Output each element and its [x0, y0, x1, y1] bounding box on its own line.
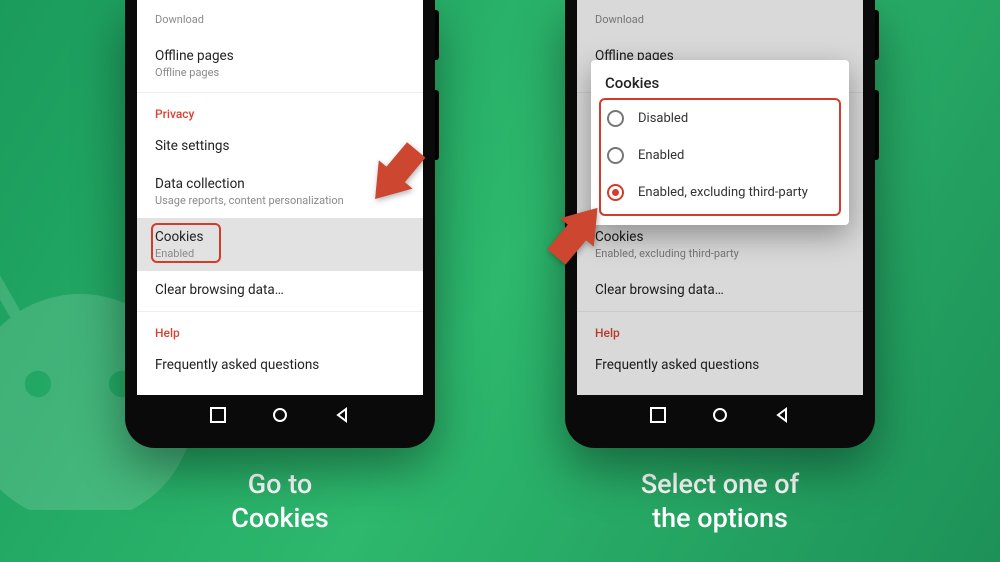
row-report[interactable]: Report a problem [155, 384, 405, 395]
header-help: Help [155, 312, 405, 346]
radio-icon [607, 147, 624, 164]
arrow-icon [540, 195, 620, 275]
dialog-title: Cookies [605, 74, 835, 92]
nav-home-icon[interactable] [711, 406, 729, 424]
highlight-options [599, 98, 841, 216]
highlight-cookies [151, 223, 221, 263]
radio-icon [607, 110, 624, 127]
nav-recents-icon[interactable] [649, 406, 667, 424]
phone-left: Download Offline pages Offline pages Pri… [125, 0, 435, 448]
row-offline-pages[interactable]: Offline pages Offline pages [155, 37, 405, 90]
cookies-dialog: Cookies Disabled Enabled Enabled, exclud… [591, 60, 849, 225]
android-navbar [577, 395, 863, 435]
nav-home-icon[interactable] [271, 406, 289, 424]
nav-back-icon[interactable] [333, 406, 351, 424]
row-clear-browsing[interactable]: Clear browsing data… [155, 271, 405, 309]
caption-right: Select one of the options [641, 468, 799, 536]
caption-left: Go to Cookies [231, 468, 329, 536]
nav-back-icon[interactable] [773, 406, 791, 424]
header-privacy: Privacy [155, 93, 405, 127]
arrow-icon [348, 128, 428, 208]
nav-recents-icon[interactable] [209, 406, 227, 424]
android-navbar [137, 395, 423, 435]
row-download[interactable]: Download [155, 0, 405, 37]
row-faq[interactable]: Frequently asked questions [155, 346, 405, 384]
row-cookies[interactable]: Cookies Enabled [137, 218, 423, 271]
